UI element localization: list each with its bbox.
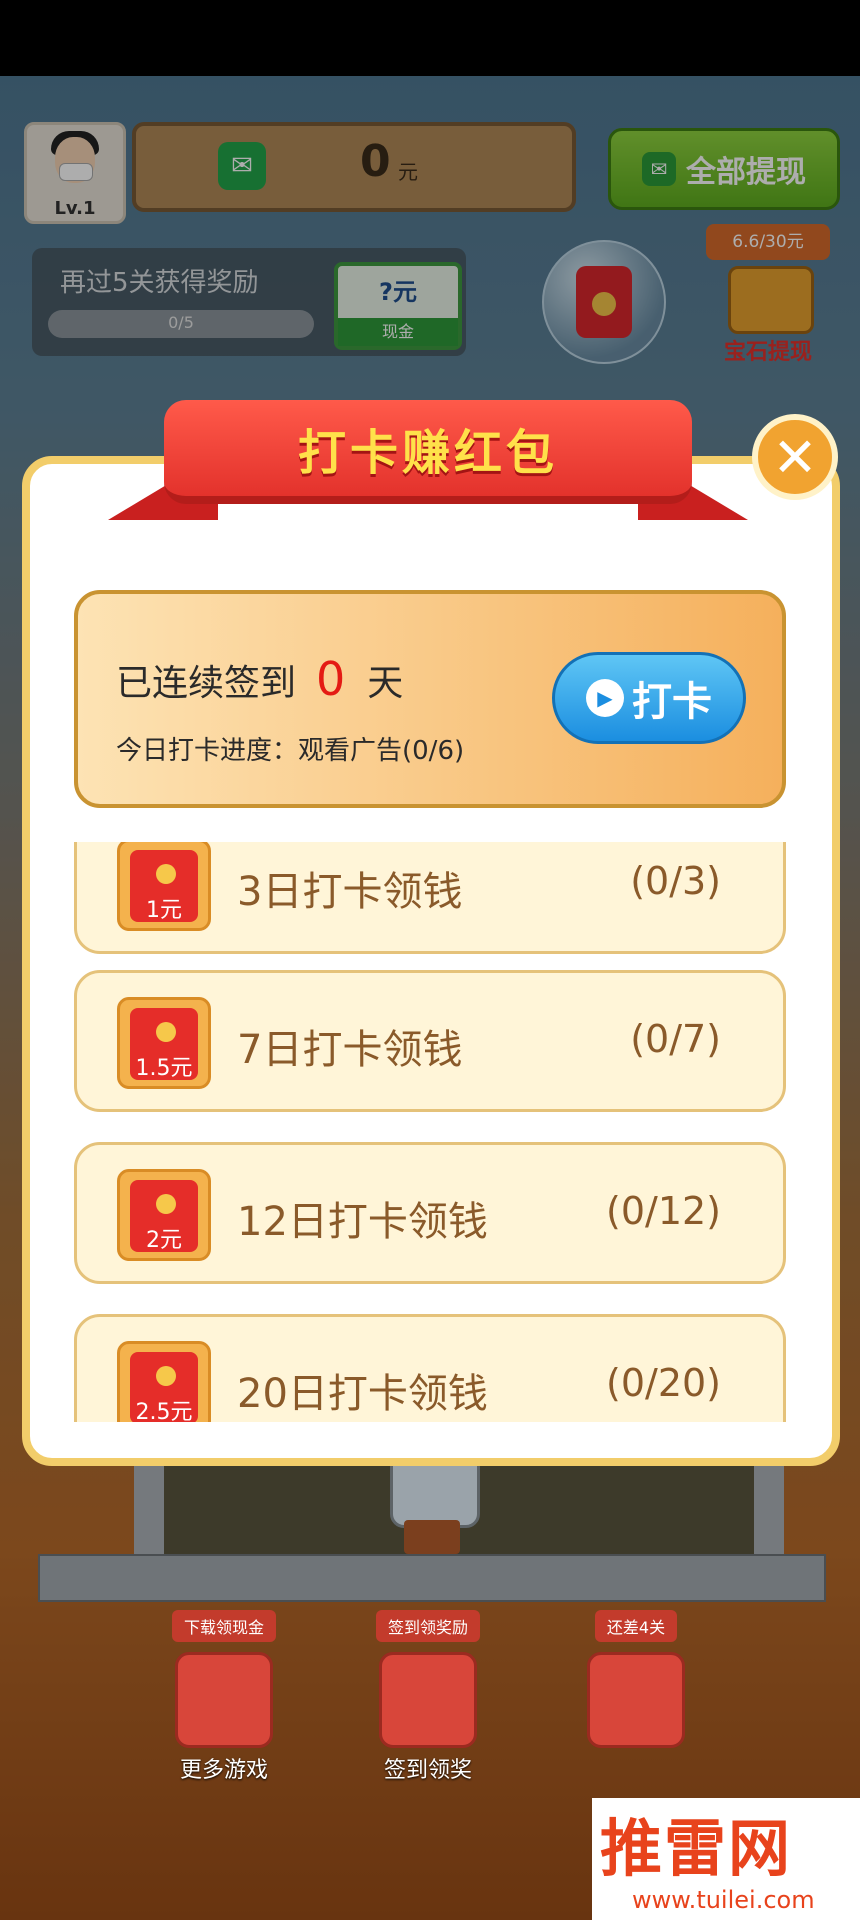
watermark-brand: 推雷网 bbox=[600, 1812, 793, 1885]
red-envelope-icon: 1.5元 bbox=[117, 997, 211, 1089]
coin-icon bbox=[156, 864, 176, 884]
checkin-button[interactable]: ▶ 打卡 bbox=[552, 652, 746, 744]
task-row: 1元 3日打卡领钱 (0/3) bbox=[74, 842, 786, 954]
task-amount: 2.5元 bbox=[135, 1400, 193, 1422]
stone-floor bbox=[38, 1554, 826, 1602]
checkin-reward-button[interactable]: 签到领奖励 签到领奖 bbox=[358, 1610, 498, 1783]
task-row: 2.5元 20日打卡领钱 (0/20) bbox=[74, 1314, 786, 1422]
coin-icon bbox=[156, 1366, 176, 1386]
more-games-tag: 下载领现金 bbox=[171, 1610, 276, 1642]
task-progress: (0/20) bbox=[606, 1361, 721, 1405]
coin-icon bbox=[156, 1022, 176, 1042]
red-envelope-icon: 2元 bbox=[117, 1169, 211, 1261]
task-label: 7日打卡领钱 bbox=[237, 1027, 463, 1073]
checkin-button-label: 打卡 bbox=[632, 679, 712, 725]
task-progress: (0/7) bbox=[630, 1017, 721, 1061]
watermark-url: www.tuilei.com bbox=[632, 1886, 815, 1914]
streak-days: 0 bbox=[316, 652, 346, 706]
app-gift-icon bbox=[175, 1652, 273, 1748]
red-envelope-icon: 2.5元 bbox=[117, 1341, 211, 1422]
today-progress: 今日打卡进度：观看广告(0/6) bbox=[116, 736, 465, 766]
gift-box-icon bbox=[379, 1652, 477, 1748]
red-envelope-icon: 1元 bbox=[117, 842, 211, 931]
lucky-bag-icon bbox=[587, 1652, 685, 1748]
task-label: 20日打卡领钱 bbox=[237, 1371, 488, 1417]
checkin-reward-tag: 签到领奖励 bbox=[375, 1610, 480, 1642]
more-games-button[interactable]: 下载领现金 更多游戏 bbox=[154, 1610, 294, 1783]
task-row: 1.5元 7日打卡领钱 (0/7) bbox=[74, 970, 786, 1112]
levels-left-button[interactable]: 还差4关 bbox=[566, 1610, 706, 1780]
task-list[interactable]: 1元 3日打卡领钱 (0/3) 1.5元 7日打卡领钱 (0/7) 2元 12日… bbox=[60, 842, 800, 1422]
streak-suffix: 天 bbox=[367, 663, 404, 704]
task-row: 2元 12日打卡领钱 (0/12) bbox=[74, 1142, 786, 1284]
checkin-reward-label: 签到领奖 bbox=[383, 1758, 472, 1783]
knight-legs bbox=[404, 1520, 460, 1554]
task-amount: 2元 bbox=[146, 1228, 182, 1253]
modal-title-ribbon: 打卡赚红包 bbox=[108, 400, 748, 524]
play-icon: ▶ bbox=[586, 679, 624, 717]
task-label: 12日打卡领钱 bbox=[237, 1199, 488, 1245]
streak-line: 已连续签到 0 天 bbox=[116, 652, 403, 706]
task-label: 3日打卡领钱 bbox=[237, 869, 463, 915]
close-icon: ✕ bbox=[772, 425, 818, 489]
task-progress: (0/3) bbox=[630, 859, 721, 903]
task-amount: 1元 bbox=[146, 898, 182, 923]
streak-prefix: 已连续签到 bbox=[116, 663, 297, 704]
coin-icon bbox=[156, 1194, 176, 1214]
levels-left-tag: 还差4关 bbox=[594, 1610, 678, 1642]
modal-title: 打卡赚红包 bbox=[297, 425, 558, 481]
task-progress: (0/12) bbox=[606, 1189, 721, 1233]
close-button[interactable]: ✕ bbox=[752, 414, 838, 500]
ribbon-band: 打卡赚红包 bbox=[164, 400, 692, 504]
streak-card: 已连续签到 0 天 今日打卡进度：观看广告(0/6) ▶ 打卡 bbox=[74, 590, 786, 808]
task-amount: 1.5元 bbox=[135, 1056, 193, 1081]
watermark: 推雷网 www.tuilei.com bbox=[592, 1798, 860, 1920]
more-games-label: 更多游戏 bbox=[179, 1758, 268, 1783]
